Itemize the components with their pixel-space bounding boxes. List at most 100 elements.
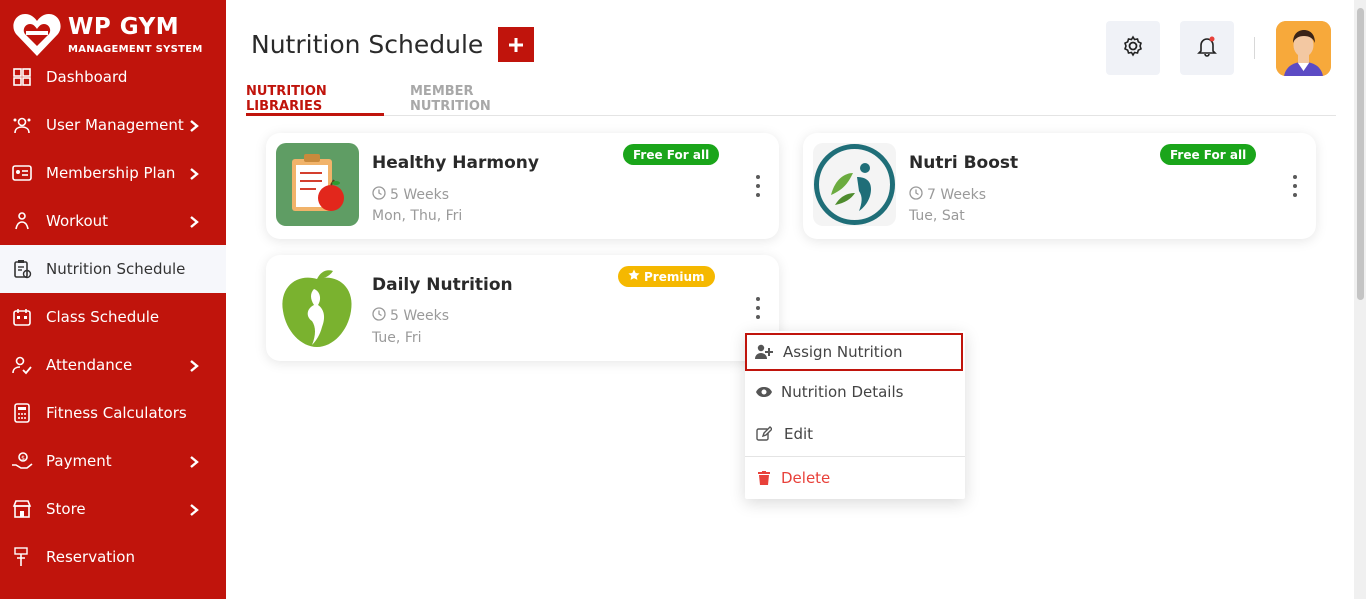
card-options-menu: Assign Nutrition Nutrition Details Edit … bbox=[745, 331, 965, 499]
eye-icon bbox=[755, 383, 773, 401]
healthy-harmony-image bbox=[276, 143, 359, 226]
user-plus-icon bbox=[755, 343, 773, 361]
sidebar-item-label: Membership Plan bbox=[46, 164, 176, 182]
more-options-button[interactable] bbox=[754, 297, 762, 319]
sidebar-item-label: Attendance bbox=[46, 356, 133, 374]
sidebar-item-label: Store bbox=[46, 500, 86, 518]
attendance-icon bbox=[11, 354, 33, 376]
brand-title: WP GYM bbox=[68, 14, 180, 40]
menu-divider bbox=[745, 456, 965, 457]
scrollbar-thumb[interactable] bbox=[1357, 8, 1364, 300]
users-gear-icon bbox=[11, 114, 33, 136]
sidebar-item-label: Nutrition Schedule bbox=[46, 260, 186, 278]
calendar-icon bbox=[11, 306, 33, 328]
sidebar-item-label: Payment bbox=[46, 452, 112, 470]
reservation-icon bbox=[11, 546, 33, 568]
brand-header: WP GYM MANAGEMENT SYSTEM bbox=[0, 0, 226, 64]
workout-icon bbox=[11, 210, 33, 232]
payment-hand-icon: $ bbox=[11, 450, 33, 472]
daily-nutrition-image bbox=[276, 265, 359, 348]
avatar[interactable] bbox=[1276, 21, 1331, 76]
badge-label: Free For all bbox=[633, 147, 710, 162]
sidebar-item-workout[interactable]: Workout bbox=[0, 197, 226, 245]
nutrition-card[interactable]: Healthy Harmony Free For all 5 Weeks Mon… bbox=[266, 133, 779, 239]
assign-nutrition-menu-item[interactable]: Assign Nutrition bbox=[745, 333, 963, 371]
sidebar-item-user-management[interactable]: User Management bbox=[0, 101, 226, 149]
menu-item-label: Edit bbox=[784, 425, 814, 443]
sidebar-item-nutrition-schedule[interactable]: Nutrition Schedule bbox=[0, 245, 226, 293]
brand-subtitle: MANAGEMENT SYSTEM bbox=[68, 44, 203, 55]
badge-label: Premium bbox=[644, 269, 705, 284]
clock-icon bbox=[372, 186, 386, 204]
duration-text: 5 Weeks bbox=[390, 308, 450, 324]
card-days: Tue, Sat bbox=[909, 208, 965, 224]
sidebar: Dashboard User Management Membership Pla… bbox=[0, 0, 226, 599]
sidebar-item-fitness-calculators[interactable]: Fitness Calculators bbox=[0, 389, 226, 437]
clock-icon bbox=[909, 186, 923, 204]
page-scrollbar[interactable] bbox=[1354, 0, 1366, 599]
menu-item-label: Nutrition Details bbox=[781, 383, 904, 401]
card-title: Healthy Harmony bbox=[372, 153, 539, 173]
duration-text: 5 Weeks bbox=[390, 187, 450, 203]
add-nutrition-button[interactable] bbox=[498, 27, 534, 62]
trash-icon bbox=[755, 469, 773, 487]
main-content: Nutrition Schedule NUTRITION LIBRARIES M… bbox=[226, 0, 1366, 599]
more-options-button[interactable] bbox=[1291, 175, 1299, 197]
delete-menu-item[interactable]: Delete bbox=[745, 459, 965, 497]
sidebar-item-payment[interactable]: $ Payment bbox=[0, 437, 226, 485]
sidebar-item-store[interactable]: Store bbox=[0, 485, 226, 533]
card-duration: 5 Weeks bbox=[372, 307, 449, 325]
star-icon bbox=[628, 269, 640, 284]
sidebar-item-reservation[interactable]: Reservation bbox=[0, 533, 226, 581]
chevron-right-icon bbox=[187, 454, 201, 468]
svg-text:$: $ bbox=[21, 455, 25, 462]
gym-logo-icon bbox=[12, 12, 62, 58]
status-badge: Free For all bbox=[623, 144, 720, 165]
sidebar-item-label: Fitness Calculators bbox=[46, 404, 187, 422]
chevron-right-icon bbox=[187, 166, 201, 180]
page-title: Nutrition Schedule bbox=[251, 30, 484, 59]
plus-icon bbox=[509, 37, 523, 52]
nutrition-card[interactable]: Daily Nutrition Premium 5 Weeks Tue, Fri bbox=[266, 255, 779, 361]
sidebar-item-label: Class Schedule bbox=[46, 308, 160, 326]
notifications-button[interactable] bbox=[1180, 21, 1234, 75]
store-icon bbox=[11, 498, 33, 520]
edit-menu-item[interactable]: Edit bbox=[745, 415, 965, 453]
chevron-right-icon bbox=[187, 214, 201, 228]
nutri-boost-image bbox=[813, 143, 896, 226]
sidebar-nav: Dashboard User Management Membership Pla… bbox=[0, 53, 226, 581]
header-divider bbox=[1254, 37, 1255, 59]
chevron-right-icon bbox=[187, 502, 201, 516]
duration-text: 7 Weeks bbox=[927, 187, 987, 203]
bell-icon bbox=[1196, 35, 1218, 61]
calculator-icon bbox=[11, 402, 33, 424]
membership-card-icon bbox=[11, 162, 33, 184]
sidebar-item-label: Workout bbox=[46, 212, 109, 230]
sidebar-item-attendance[interactable]: Attendance bbox=[0, 341, 226, 389]
status-badge: Premium bbox=[618, 266, 715, 287]
nutrition-clipboard-icon bbox=[11, 258, 33, 280]
tab-member-nutrition[interactable]: MEMBER NUTRITION bbox=[410, 84, 550, 116]
gear-icon bbox=[1122, 35, 1144, 61]
menu-item-label: Delete bbox=[781, 469, 831, 487]
card-title: Nutri Boost bbox=[909, 153, 1019, 173]
card-duration: 5 Weeks bbox=[372, 186, 449, 204]
card-title: Daily Nutrition bbox=[372, 275, 513, 295]
sidebar-item-label: Reservation bbox=[46, 548, 135, 566]
sidebar-item-label: User Management bbox=[46, 116, 184, 134]
status-badge: Free For all bbox=[1160, 144, 1257, 165]
tab-nutrition-libraries[interactable]: NUTRITION LIBRARIES bbox=[246, 84, 384, 116]
more-options-button[interactable] bbox=[754, 175, 762, 197]
sidebar-item-class-schedule[interactable]: Class Schedule bbox=[0, 293, 226, 341]
nutrition-tabs: NUTRITION LIBRARIES MEMBER NUTRITION bbox=[246, 84, 1336, 116]
settings-button[interactable] bbox=[1106, 21, 1160, 75]
menu-item-label: Assign Nutrition bbox=[783, 343, 903, 361]
sidebar-item-label: Dashboard bbox=[46, 68, 128, 86]
nutrition-details-menu-item[interactable]: Nutrition Details bbox=[745, 373, 965, 411]
nutrition-card[interactable]: Nutri Boost Free For all 7 Weeks Tue, Sa… bbox=[803, 133, 1316, 239]
dashboard-icon bbox=[11, 66, 33, 88]
card-days: Tue, Fri bbox=[372, 330, 422, 346]
edit-icon bbox=[755, 425, 773, 443]
sidebar-item-membership-plan[interactable]: Membership Plan bbox=[0, 149, 226, 197]
chevron-right-icon bbox=[187, 358, 201, 372]
